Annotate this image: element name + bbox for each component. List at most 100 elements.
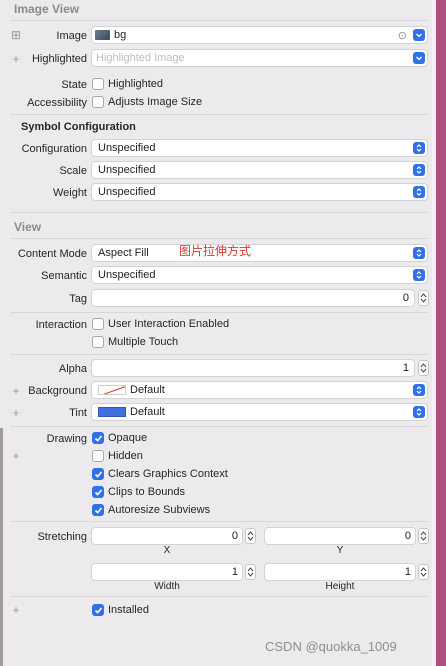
alpha-field[interactable]: 1 [91, 359, 415, 377]
stretch-width-stepper[interactable] [245, 564, 256, 580]
content-mode-updown-icon[interactable] [413, 247, 425, 259]
section-divider [10, 426, 428, 427]
hidden-label: Hidden [108, 450, 143, 462]
installed-label: Installed [108, 604, 149, 616]
content-mode-value: Aspect Fill [98, 247, 149, 259]
clear-arrow-icon[interactable]: ⊙ [398, 29, 407, 42]
autoresize-label: Autoresize Subviews [108, 504, 211, 516]
section-divider [10, 20, 428, 21]
content-mode-popup[interactable]: Aspect Fill [91, 244, 428, 262]
window-edge-strip [436, 0, 446, 666]
symbol-configuration-title: Symbol Configuration [21, 121, 136, 133]
section-divider [10, 212, 428, 213]
state-label: State [61, 79, 87, 91]
image-value: bg [114, 29, 127, 41]
configuration-popup[interactable]: Unspecified [91, 139, 428, 157]
image-field[interactable]: bg ⊙ [91, 26, 428, 44]
scale-popup[interactable]: Unspecified [91, 161, 428, 179]
scale-label: Scale [59, 165, 87, 177]
section-divider [10, 596, 428, 597]
tint-color-popup[interactable]: Default [91, 403, 428, 421]
semantic-popup[interactable]: Unspecified [91, 266, 428, 284]
highlighted-checkbox-label: Highlighted [108, 78, 164, 90]
tint-updown-icon[interactable] [413, 406, 425, 418]
watermark: CSDN @quokka_1009 [265, 639, 397, 654]
user-interaction-checkbox[interactable] [92, 318, 104, 330]
add-variation-hidden-icon[interactable]: + [11, 449, 21, 463]
alpha-value: 1 [402, 362, 409, 374]
multiple-touch-checkbox[interactable] [92, 336, 104, 348]
clips-to-bounds-label: Clips to Bounds [108, 486, 186, 498]
tag-field[interactable]: 0 [91, 289, 415, 307]
content-mode-annotation: 图片拉伸方式 [179, 244, 252, 258]
tag-label: Tag [69, 293, 87, 305]
clears-graphics-checkbox[interactable] [92, 468, 104, 480]
stretch-y-stepper[interactable] [418, 528, 429, 544]
semantic-value: Unspecified [98, 269, 156, 281]
configuration-updown-icon[interactable] [413, 142, 425, 154]
stretch-width-field[interactable]: 1 [91, 563, 243, 581]
section-divider [10, 354, 428, 355]
section-divider [10, 238, 428, 239]
stretch-height-field[interactable]: 1 [264, 563, 416, 581]
scale-updown-icon[interactable] [413, 164, 425, 176]
semantic-label: Semantic [41, 270, 87, 282]
stretch-width-caption: Width [154, 581, 180, 592]
content-mode-label: Content Mode [17, 248, 87, 260]
left-edge-bar [0, 428, 3, 666]
adjusts-image-size-checkbox[interactable] [92, 96, 104, 108]
image-popup-chevron-icon[interactable] [413, 29, 425, 41]
clears-graphics-label: Clears Graphics Context [108, 468, 228, 480]
stretch-x-stepper[interactable] [245, 528, 256, 544]
tint-label: Tint [69, 407, 87, 419]
section-divider [10, 114, 428, 115]
autoresize-checkbox[interactable] [92, 504, 104, 516]
tag-stepper[interactable] [418, 290, 429, 306]
stretch-height-caption: Height [325, 581, 355, 592]
view-section-title: View [14, 220, 42, 234]
add-variation-installed-icon[interactable]: + [11, 603, 21, 617]
user-interaction-label: User Interaction Enabled [108, 318, 230, 330]
stretch-x-caption: X [163, 545, 171, 556]
background-updown-icon[interactable] [413, 384, 425, 396]
background-value: Default [130, 384, 165, 396]
stretching-label: Stretching [37, 531, 87, 543]
highlighted-popup-chevron-icon[interactable] [413, 52, 425, 64]
highlighted-checkbox[interactable] [92, 78, 104, 90]
stretch-x-field[interactable]: 0 [91, 527, 243, 545]
hidden-checkbox[interactable] [92, 450, 104, 462]
alpha-stepper[interactable] [418, 360, 429, 376]
tag-value: 0 [402, 292, 409, 304]
stretch-y-value: 0 [404, 530, 411, 542]
background-color-popup[interactable]: Default [91, 381, 428, 399]
background-label: Background [28, 385, 87, 397]
configuration-value: Unspecified [98, 142, 156, 154]
stretch-y-caption: Y [336, 545, 344, 556]
weight-updown-icon[interactable] [413, 186, 425, 198]
semantic-updown-icon[interactable] [413, 269, 425, 281]
image-view-section-title: Image View [14, 2, 80, 16]
stretch-width-value: 1 [231, 566, 238, 578]
highlighted-image-field[interactable]: Highlighted Image [91, 49, 428, 67]
image-label: Image [56, 30, 87, 42]
stretch-height-value: 1 [404, 566, 411, 578]
clips-to-bounds-checkbox[interactable] [92, 486, 104, 498]
interaction-label: Interaction [35, 319, 87, 331]
weight-popup[interactable]: Unspecified [91, 183, 428, 201]
weight-value: Unspecified [98, 186, 156, 198]
highlighted-label: Highlighted [31, 53, 87, 65]
installed-checkbox[interactable] [92, 604, 104, 616]
no-color-swatch-icon [98, 385, 126, 395]
configuration-label: Configuration [21, 143, 87, 155]
image-thumbnail-icon [95, 30, 110, 40]
multiple-touch-label: Multiple Touch [108, 336, 179, 348]
stretch-y-field[interactable]: 0 [264, 527, 416, 545]
highlighted-image-placeholder: Highlighted Image [96, 52, 185, 64]
tint-color-swatch-icon [98, 407, 126, 417]
tint-value: Default [130, 406, 165, 418]
stretch-height-stepper[interactable] [418, 564, 429, 580]
opaque-checkbox[interactable] [92, 432, 104, 444]
section-divider [10, 521, 428, 522]
stretch-x-value: 0 [231, 530, 238, 542]
opaque-label: Opaque [108, 432, 148, 444]
